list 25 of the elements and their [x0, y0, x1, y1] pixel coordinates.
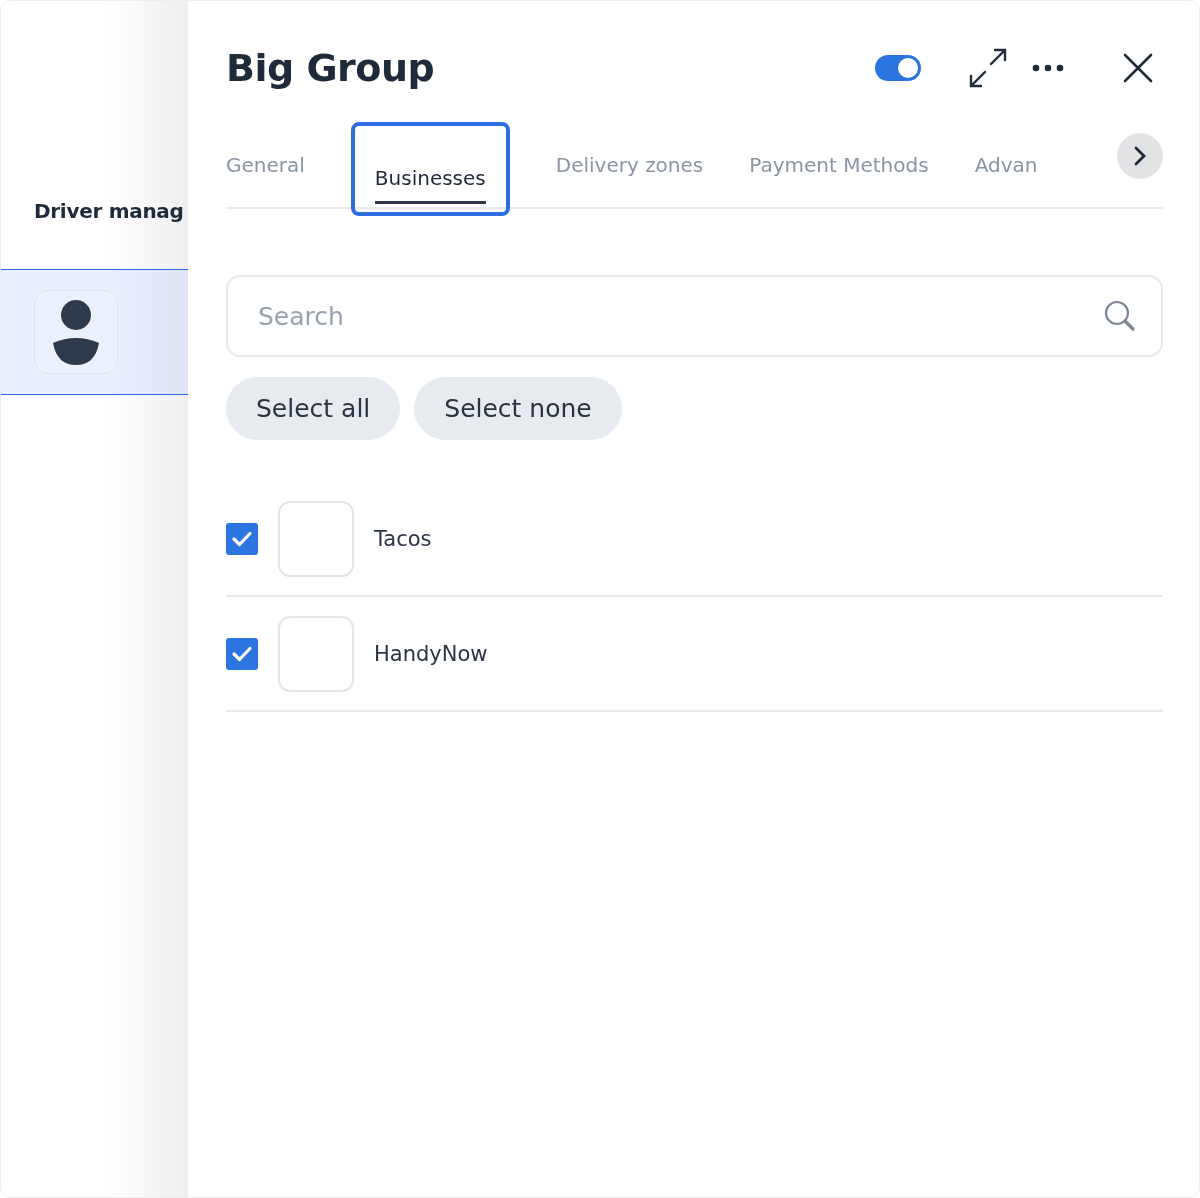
tab[interactable]: Payment Methods	[749, 135, 929, 181]
checkbox[interactable]	[226, 522, 258, 555]
search-icon	[1103, 299, 1137, 333]
tab[interactable]: Delivery zones	[555, 135, 704, 181]
panel-title: Big Group	[226, 46, 435, 90]
section-title: Driver manag	[34, 199, 185, 225]
select-button[interactable]: Select all	[226, 377, 401, 440]
tab[interactable]: General	[226, 135, 305, 181]
check-icon	[231, 644, 253, 663]
checkbox[interactable]	[226, 637, 258, 670]
select-button[interactable]: Select none	[414, 377, 622, 440]
tab[interactable]: Businesses	[350, 122, 510, 216]
check-icon	[231, 529, 253, 548]
search-field[interactable]: Search	[226, 275, 1163, 357]
close-icon[interactable]	[1123, 53, 1153, 83]
toggle-switch[interactable]	[875, 55, 921, 81]
scroll-right-button[interactable]	[1117, 133, 1163, 179]
business-name: Tacos	[374, 526, 432, 551]
business-name: HandyNow	[374, 641, 488, 666]
more-icon[interactable]	[1031, 63, 1065, 73]
avatar-icon	[34, 290, 118, 374]
expand-icon[interactable]	[967, 47, 1009, 89]
list-row[interactable]	[1, 269, 188, 395]
chevron-right-icon	[1133, 145, 1147, 167]
tab[interactable]: Advan	[974, 135, 1038, 181]
